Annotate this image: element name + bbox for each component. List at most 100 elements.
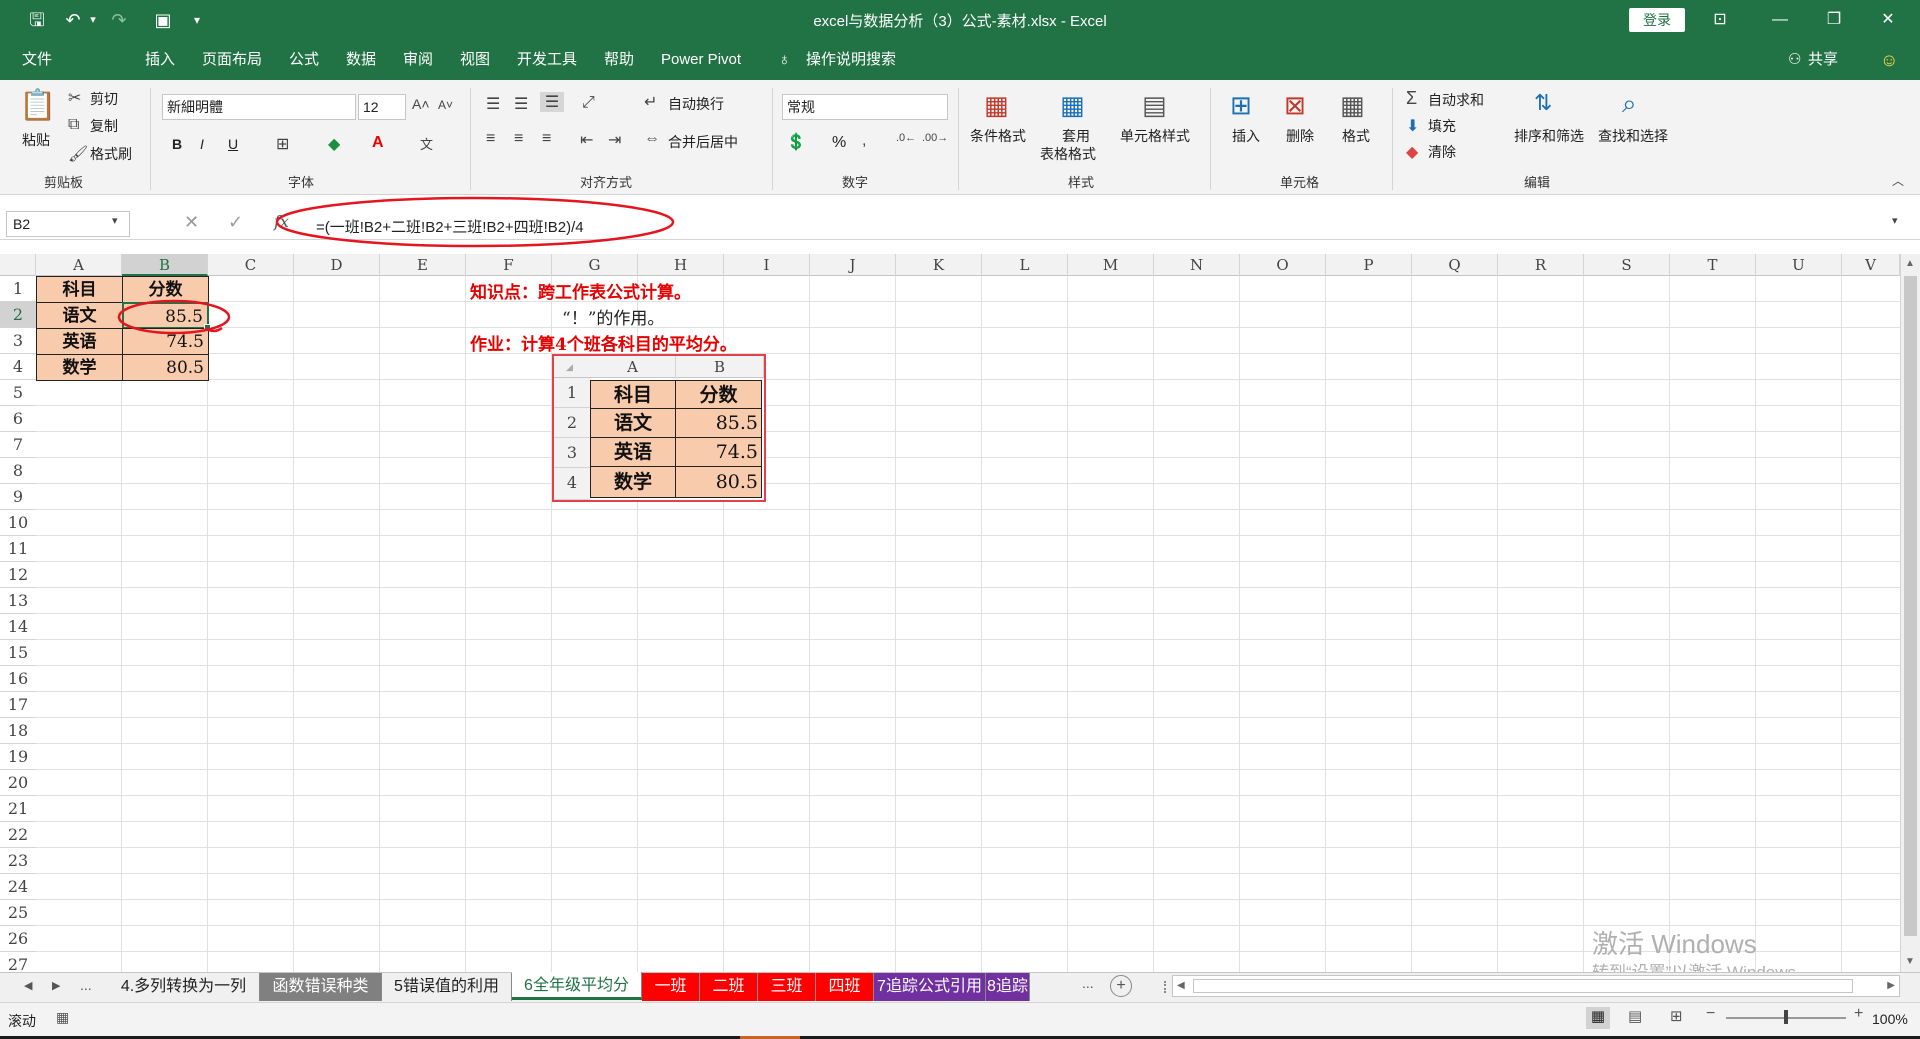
ribbon-display-options-icon[interactable]: ⊡ bbox=[1700, 6, 1740, 34]
autosum-icon[interactable]: Σ bbox=[1406, 88, 1417, 109]
delete-button[interactable]: 删除 bbox=[1286, 126, 1314, 146]
format-as-table-button[interactable]: 表格格式 bbox=[1040, 144, 1096, 164]
scroll-tabs-left-icon[interactable]: ◀ bbox=[24, 979, 32, 992]
column-header[interactable]: C bbox=[208, 254, 294, 276]
row-header[interactable]: 26 bbox=[0, 926, 36, 952]
name-box-dropdown-icon[interactable]: ▾ bbox=[112, 214, 118, 227]
copy-button[interactable]: 复制 bbox=[90, 116, 118, 136]
column-header[interactable]: E bbox=[380, 254, 466, 276]
cell-a2[interactable]: 语文 bbox=[36, 302, 123, 329]
row-header[interactable]: 3 bbox=[0, 328, 36, 354]
align-bottom-icon[interactable]: ☰ bbox=[540, 92, 564, 112]
row-header[interactable]: 12 bbox=[0, 562, 36, 588]
cell-a3[interactable]: 英语 bbox=[36, 328, 123, 355]
conditional-formatting-button[interactable]: 条件格式 bbox=[970, 126, 1026, 146]
sheet-tab[interactable]: 函数错误种类 bbox=[260, 973, 382, 1001]
note-knowledge-point[interactable]: 知识点：跨工作表公式计算。 bbox=[470, 278, 691, 303]
column-header[interactable]: T bbox=[1670, 254, 1756, 276]
decrease-decimal-icon[interactable]: .00→ bbox=[922, 132, 948, 144]
align-top-icon[interactable]: ☰ bbox=[486, 94, 500, 114]
minimize-icon[interactable]: — bbox=[1760, 6, 1800, 34]
embedded-table-picture[interactable]: ◢ A B 1 2 3 4 科目 分数 语文 85.5 英语 74.5 数学 8… bbox=[552, 354, 766, 502]
format-painter-button[interactable]: 格式刷 bbox=[90, 144, 132, 164]
fill-button[interactable]: 填充 bbox=[1428, 116, 1456, 136]
find-select-icon[interactable]: ⌕ bbox=[1622, 88, 1637, 120]
sheet-tab[interactable]: 7追踪公式引用 bbox=[874, 973, 986, 1001]
sheet-tab[interactable]: 4.多列转换为一列 bbox=[108, 973, 260, 1001]
delete-cells-icon[interactable]: ⊠ bbox=[1284, 90, 1306, 121]
orientation-icon[interactable]: ⤢ bbox=[582, 94, 595, 112]
row-header[interactable]: 8 bbox=[0, 458, 36, 484]
sheet-tab[interactable]: 四班 bbox=[816, 973, 874, 1001]
row-header[interactable]: 6 bbox=[0, 406, 36, 432]
column-header[interactable]: U bbox=[1756, 254, 1842, 276]
insert-function-button[interactable]: fx bbox=[274, 212, 289, 231]
increase-font-size-icon[interactable]: A˄ bbox=[412, 96, 430, 112]
row-header[interactable]: 11 bbox=[0, 536, 36, 562]
format-button[interactable]: 格式 bbox=[1342, 126, 1370, 146]
column-header[interactable]: R bbox=[1498, 254, 1584, 276]
underline-button[interactable]: U bbox=[228, 136, 238, 152]
fill-color-icon[interactable]: ◆ bbox=[328, 134, 340, 154]
decrease-indent-icon[interactable]: ⇤ bbox=[580, 130, 593, 150]
cut-icon[interactable]: ✂ bbox=[68, 88, 81, 108]
italic-button[interactable]: I bbox=[200, 136, 204, 152]
align-left-icon[interactable]: ≡ bbox=[486, 130, 495, 148]
align-right-icon[interactable]: ≡ bbox=[542, 130, 551, 148]
scroll-tabs-right-icon[interactable]: ▶ bbox=[52, 979, 60, 992]
column-header-selected[interactable]: B bbox=[122, 254, 208, 276]
column-header[interactable]: V bbox=[1842, 254, 1900, 276]
row-header[interactable]: 27 bbox=[0, 952, 36, 972]
tab-split-handle[interactable] bbox=[1164, 981, 1166, 993]
tab-insert[interactable]: 插入 bbox=[145, 50, 175, 70]
number-format-select[interactable]: 常规 bbox=[782, 94, 948, 120]
normal-view-icon[interactable]: ▦ bbox=[1586, 1007, 1610, 1029]
cancel-icon[interactable]: ✕ bbox=[184, 212, 199, 233]
row-header[interactable]: 25 bbox=[0, 900, 36, 926]
formula-input[interactable]: =(一班!B2+二班!B2+三班!B2+四班!B2)/4 bbox=[316, 216, 584, 237]
cell-a4[interactable]: 数学 bbox=[36, 354, 123, 381]
sheet-tab[interactable]: 8追踪 bbox=[986, 973, 1030, 1001]
row-header[interactable]: 15 bbox=[0, 640, 36, 666]
column-header[interactable]: N bbox=[1154, 254, 1240, 276]
tab-developer[interactable]: 开发工具 bbox=[517, 50, 577, 70]
wrap-text-button[interactable]: 自动换行 bbox=[668, 94, 724, 114]
row-header[interactable]: 16 bbox=[0, 666, 36, 692]
cell-styles-icon[interactable]: ▤ bbox=[1142, 90, 1167, 121]
worksheet-grid[interactable]: A B C D E F G H I J K L M N O P Q R S T … bbox=[0, 254, 1920, 972]
row-header-selected[interactable]: 2 bbox=[0, 302, 36, 328]
collapse-ribbon-icon[interactable]: ︿ bbox=[1892, 172, 1904, 189]
cell-b2-selected[interactable]: 85.5 bbox=[122, 302, 209, 329]
tab-home[interactable]: 开始 bbox=[88, 50, 118, 70]
restore-icon[interactable]: ❐ bbox=[1814, 6, 1854, 34]
insert-button[interactable]: 插入 bbox=[1232, 126, 1260, 146]
column-header[interactable]: I bbox=[724, 254, 810, 276]
sheet-tab[interactable]: 三班 bbox=[758, 973, 816, 1001]
comma-style-icon[interactable]: , bbox=[862, 132, 866, 150]
column-header[interactable]: F bbox=[466, 254, 552, 276]
scroll-down-icon[interactable]: ▼ bbox=[1905, 956, 1915, 967]
row-header[interactable]: 7 bbox=[0, 432, 36, 458]
zoom-in-button[interactable]: + bbox=[1854, 1005, 1863, 1023]
hscroll-left-icon[interactable]: ◀ bbox=[1177, 980, 1185, 991]
clear-icon[interactable]: ◆ bbox=[1406, 142, 1418, 162]
horizontal-scrollbar[interactable]: ◀ ▶ bbox=[1172, 975, 1900, 997]
fill-handle[interactable] bbox=[204, 324, 211, 331]
add-sheet-icon[interactable]: + bbox=[1110, 975, 1132, 997]
autosum-button[interactable]: 自动求和 bbox=[1428, 90, 1484, 110]
share-button[interactable]: 共享 bbox=[1808, 50, 1838, 70]
cell-b1[interactable]: 分数 bbox=[122, 276, 209, 303]
row-header[interactable]: 18 bbox=[0, 718, 36, 744]
cell-a1[interactable]: 科目 bbox=[36, 276, 123, 303]
hscroll-thumb[interactable] bbox=[1193, 979, 1853, 993]
sort-filter-button[interactable]: 排序和筛选 bbox=[1514, 126, 1584, 146]
note-homework[interactable]: 作业：计算4个班各科目的平均分。 bbox=[470, 330, 737, 355]
scroll-up-icon[interactable]: ▲ bbox=[1905, 258, 1915, 269]
format-cells-icon[interactable]: ▦ bbox=[1340, 90, 1365, 121]
page-layout-view-icon[interactable]: ▤ bbox=[1628, 1007, 1642, 1025]
column-header[interactable]: D bbox=[294, 254, 380, 276]
increase-indent-icon[interactable]: ⇥ bbox=[608, 130, 621, 150]
clear-button[interactable]: 清除 bbox=[1428, 142, 1456, 162]
page-break-view-icon[interactable]: ⊞ bbox=[1670, 1007, 1683, 1025]
wrap-text-icon[interactable]: ↵ bbox=[644, 92, 657, 112]
